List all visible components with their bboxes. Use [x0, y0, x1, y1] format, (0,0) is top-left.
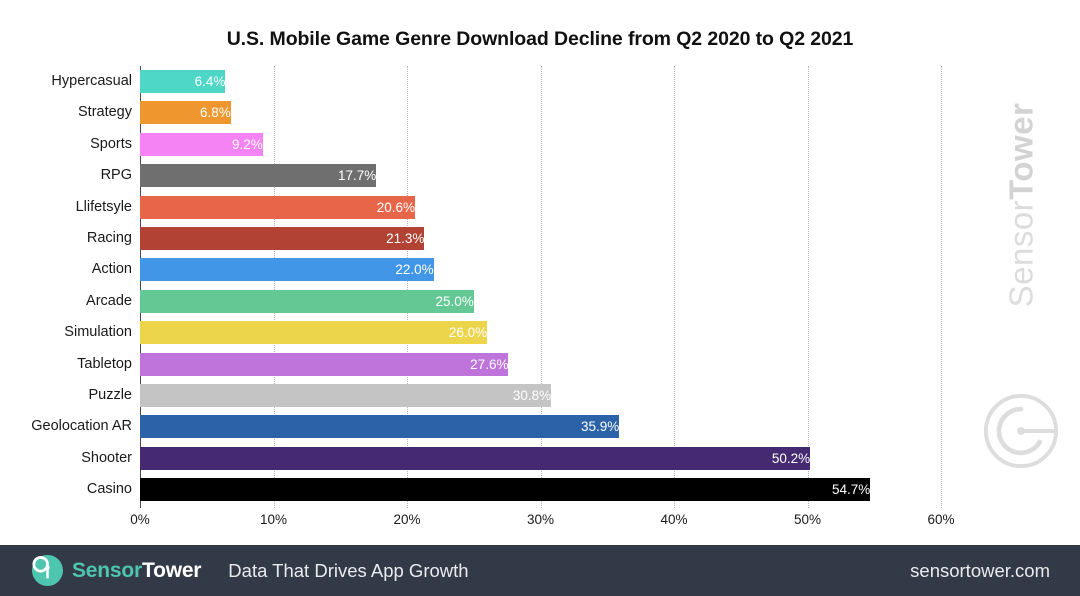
bar-value-label: 35.9% — [580, 419, 620, 435]
bar-value-label: 21.3% — [386, 231, 425, 246]
bar-value-label: 6.8% — [199, 105, 231, 121]
footer-website-url[interactable]: sensortower.com — [910, 545, 1050, 596]
bar-row[interactable]: 25.0% — [140, 286, 1070, 317]
footer-brand-name: SensorTower — [72, 559, 201, 583]
y-axis-label: Tabletop — [77, 355, 132, 372]
x-axis-tick-label: 60% — [927, 512, 955, 527]
bar-value-label: 25.0% — [435, 293, 474, 309]
bar-row[interactable]: 30.8% — [140, 380, 1070, 411]
bar-row[interactable]: 6.4% — [140, 66, 1070, 97]
bar-value-label: 9.2% — [232, 136, 263, 152]
sensortower-signal-logo-icon — [32, 555, 63, 586]
bar-row[interactable]: 17.7% — [140, 160, 1070, 191]
chart-title: U.S. Mobile Game Genre Download Decline … — [226, 28, 854, 50]
y-axis-label: Strategy — [78, 104, 132, 121]
x-axis-tick-label: 10% — [259, 512, 288, 527]
bar-value-label: 50.2% — [771, 450, 811, 466]
x-axis-tick-label: 0% — [130, 512, 150, 527]
y-axis-label: Geolocation AR — [31, 418, 132, 435]
y-axis-category-labels: Hypercasual Strategy Sports RPG Llifetsyle Ra… — [0, 66, 132, 508]
bar-value-label: 30.8% — [512, 388, 552, 403]
footer-branding: SensorTower Data That Drives App Growth — [32, 545, 469, 596]
bar-value-label: 22.0% — [395, 262, 434, 278]
y-axis-label: Casino — [86, 481, 132, 498]
bar-row[interactable]: 54.7% — [140, 474, 1070, 505]
y-axis-label: Hypercasual — [51, 73, 132, 89]
chart-panel: U.S. Mobile Game Genre Download Decline … — [0, 0, 1080, 545]
y-axis-label: Puzzle — [88, 387, 132, 403]
x-axis-tick-label: 20% — [393, 512, 421, 527]
y-axis-label: Shooter — [81, 449, 132, 466]
footer-brand-second: Tower — [142, 558, 202, 582]
bar-value-label: 27.6% — [470, 356, 509, 372]
y-axis-label: Llifetsyle — [75, 198, 132, 215]
y-axis-label: RPG — [100, 167, 132, 184]
bar-row[interactable]: 22.0% — [140, 254, 1070, 285]
footer-brand-first: Sensor — [72, 558, 142, 582]
x-axis-tick-label: 40% — [660, 512, 688, 527]
bar-row[interactable]: 21.3% — [140, 223, 1070, 254]
y-axis-label: Arcade — [86, 292, 132, 309]
y-axis-label: Sports — [90, 135, 132, 152]
bar-row[interactable]: 50.2% — [140, 443, 1070, 474]
x-axis-tick-labels: 0% 10% 20% 30% 40% 50% 60% — [130, 512, 954, 536]
bar-value-label: 26.0% — [448, 325, 488, 341]
bar-value-label: 17.7% — [338, 168, 377, 184]
bar-row[interactable]: 35.9% — [140, 411, 1070, 442]
y-axis-label: Racing — [86, 230, 132, 246]
bar-row[interactable]: 26.0% — [140, 317, 1070, 348]
y-axis-label: Simulation — [64, 324, 132, 341]
bar-value-label: 6.4% — [194, 74, 226, 89]
bar-row[interactable]: 27.6% — [140, 349, 1070, 380]
bar-row[interactable]: 20.6% — [140, 192, 1070, 223]
bar-value-label: 20.6% — [376, 199, 415, 215]
footer-tagline: Data That Drives App Growth — [228, 559, 469, 581]
y-axis-label: Action — [91, 261, 132, 278]
bar-row[interactable]: 9.2% — [140, 129, 1070, 160]
footer-bar: SensorTower Data That Drives App Growth … — [0, 545, 1080, 596]
bar-value-label: 54.7% — [831, 482, 871, 498]
bar-series: 6.4% 6.8% 9.2% 17.7% 20.6% 21.3% 22.0% 25.0% 26.… — [140, 66, 1070, 508]
bar-row[interactable]: 6.8% — [140, 97, 1070, 128]
x-axis-tick-label: 50% — [793, 512, 822, 527]
x-axis-tick-label: 30% — [526, 512, 555, 527]
